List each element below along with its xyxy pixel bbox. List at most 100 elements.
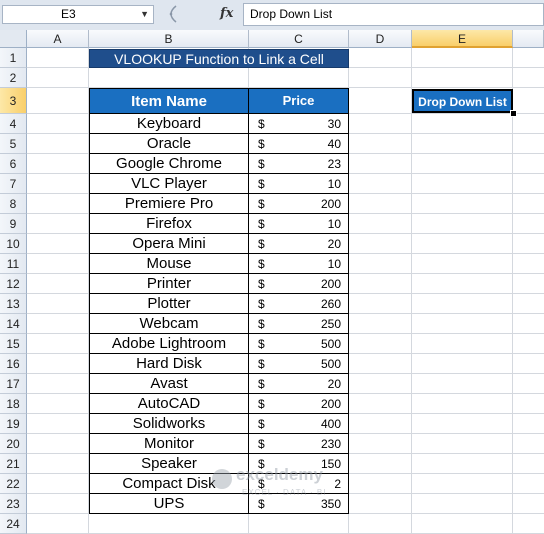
row-header-19[interactable]: 19 xyxy=(0,414,27,434)
row-header-2[interactable]: 2 xyxy=(0,68,27,88)
watermark-tagline: EXCEL · DATA · BI xyxy=(242,488,327,497)
formula-bar-grip-icon xyxy=(169,5,177,23)
price-cell[interactable]: $40 xyxy=(248,134,349,154)
column-header-a[interactable]: A xyxy=(27,30,89,48)
price-value: 500 xyxy=(320,357,341,371)
price-cell[interactable]: $10 xyxy=(248,254,349,274)
item-name-cell[interactable]: VLC Player xyxy=(89,174,249,194)
price-cell[interactable]: $23 xyxy=(248,154,349,174)
price-cell[interactable]: $20 xyxy=(248,234,349,254)
row-header-8[interactable]: 8 xyxy=(0,194,27,214)
item-name-cell[interactable]: AutoCAD xyxy=(89,394,249,414)
item-name-cell[interactable]: Printer xyxy=(89,274,249,294)
price-cell[interactable]: $200 xyxy=(248,394,349,414)
price-value: 200 xyxy=(320,277,341,291)
row-header-20[interactable]: 20 xyxy=(0,434,27,454)
row-header-1[interactable]: 1 xyxy=(0,48,27,68)
price-cell[interactable]: $30 xyxy=(248,114,349,134)
formula-input[interactable]: Drop Down List xyxy=(243,3,544,26)
row-header-16[interactable]: 16 xyxy=(0,354,27,374)
column-header-partial[interactable] xyxy=(513,30,544,48)
fill-handle[interactable] xyxy=(510,110,517,117)
select-all-corner[interactable] xyxy=(0,30,27,48)
price-cell[interactable]: $20 xyxy=(248,374,349,394)
price-value: 23 xyxy=(327,157,341,171)
item-name-cell[interactable]: Google Chrome xyxy=(89,154,249,174)
price-cell[interactable]: $10 xyxy=(248,174,349,194)
row-header-24[interactable]: 24 xyxy=(0,514,27,534)
currency-symbol: $ xyxy=(258,157,265,171)
currency-symbol: $ xyxy=(258,237,265,251)
row-header-21[interactable]: 21 xyxy=(0,454,27,474)
price-cell[interactable]: $200 xyxy=(248,194,349,214)
row-header-17[interactable]: 17 xyxy=(0,374,27,394)
item-name-cell[interactable]: Premiere Pro xyxy=(89,194,249,214)
price-value: 20 xyxy=(327,237,341,251)
currency-symbol: $ xyxy=(258,117,265,131)
dropdown-cell-e3[interactable]: Drop Down List xyxy=(412,89,513,113)
formula-bar: E3 ▼ fx Drop Down List xyxy=(0,0,544,31)
row-header-23[interactable]: 23 xyxy=(0,494,27,514)
currency-symbol: $ xyxy=(258,277,265,291)
price-cell[interactable]: $10 xyxy=(248,214,349,234)
header-price[interactable]: Price xyxy=(248,88,349,114)
column-header-c[interactable]: C xyxy=(249,30,349,48)
item-name-cell[interactable]: Firefox xyxy=(89,214,249,234)
price-value: 260 xyxy=(320,297,341,311)
item-name-cell[interactable]: Webcam xyxy=(89,314,249,334)
price-cell[interactable]: $400 xyxy=(248,414,349,434)
item-name-cell[interactable]: Avast xyxy=(89,374,249,394)
row-header-12[interactable]: 12 xyxy=(0,274,27,294)
row-header-3[interactable]: 3 xyxy=(0,88,27,114)
row-header-7[interactable]: 7 xyxy=(0,174,27,194)
row-header-13[interactable]: 13 xyxy=(0,294,27,314)
column-header-b[interactable]: B xyxy=(89,30,249,48)
currency-symbol: $ xyxy=(258,297,265,311)
item-name-cell[interactable]: Monitor xyxy=(89,434,249,454)
item-name-cell[interactable]: Oracle xyxy=(89,134,249,154)
row-header-11[interactable]: 11 xyxy=(0,254,27,274)
name-box[interactable]: E3 ▼ xyxy=(2,5,154,24)
item-name-cell[interactable]: Solidworks xyxy=(89,414,249,434)
chevron-down-icon[interactable]: ▼ xyxy=(140,6,149,23)
item-name-cell[interactable]: Plotter xyxy=(89,294,249,314)
item-name-cell[interactable]: Hard Disk xyxy=(89,354,249,374)
currency-symbol: $ xyxy=(258,217,265,231)
header-item-name[interactable]: Item Name xyxy=(89,88,249,114)
row-header-22[interactable]: 22 xyxy=(0,474,27,494)
item-name-cell[interactable]: Keyboard xyxy=(89,114,249,134)
row-header-9[interactable]: 9 xyxy=(0,214,27,234)
price-value: 30 xyxy=(327,117,341,131)
item-name-cell[interactable]: Opera Mini xyxy=(89,234,249,254)
currency-symbol: $ xyxy=(258,337,265,351)
item-name-cell[interactable]: Adobe Lightroom xyxy=(89,334,249,354)
price-cell[interactable]: $200 xyxy=(248,274,349,294)
title-cell[interactable]: VLOOKUP Function to Link a Cell xyxy=(89,49,349,68)
price-cell[interactable]: $500 xyxy=(248,354,349,374)
row-header-4[interactable]: 4 xyxy=(0,114,27,134)
column-header-d[interactable]: D xyxy=(349,30,412,48)
watermark-name: exceldemy xyxy=(236,465,323,484)
currency-symbol: $ xyxy=(258,377,265,391)
column-header-e[interactable]: E xyxy=(412,30,513,48)
currency-symbol: $ xyxy=(258,397,265,411)
item-name-cell[interactable]: Mouse xyxy=(89,254,249,274)
price-cell[interactable]: $250 xyxy=(248,314,349,334)
price-cell[interactable]: $230 xyxy=(248,434,349,454)
row-header-15[interactable]: 15 xyxy=(0,334,27,354)
price-value: 10 xyxy=(327,177,341,191)
fx-icon[interactable]: fx xyxy=(220,6,233,21)
row-header-14[interactable]: 14 xyxy=(0,314,27,334)
row-header-10[interactable]: 10 xyxy=(0,234,27,254)
gridline-vertical xyxy=(411,48,412,533)
row-header-5[interactable]: 5 xyxy=(0,134,27,154)
price-value: 10 xyxy=(327,217,341,231)
row-header-6[interactable]: 6 xyxy=(0,154,27,174)
row-header-18[interactable]: 18 xyxy=(0,394,27,414)
currency-symbol: $ xyxy=(258,357,265,371)
price-cell[interactable]: $260 xyxy=(248,294,349,314)
price-cell[interactable]: $500 xyxy=(248,334,349,354)
name-box-value: E3 xyxy=(61,7,76,21)
currency-symbol: $ xyxy=(258,417,265,431)
watermark: exceldemy EXCEL · DATA · BI xyxy=(212,463,352,513)
